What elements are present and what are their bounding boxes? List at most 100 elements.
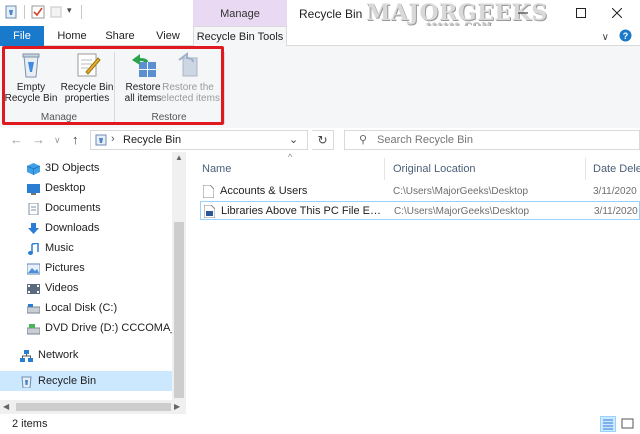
file-name: Accounts & Users <box>220 185 308 197</box>
dvd-drive-icon <box>26 322 41 335</box>
context-tab-group-header: Manage <box>193 0 287 26</box>
column-header-name[interactable]: Name <box>202 160 231 178</box>
scroll-left-arrow-icon[interactable]: ◀ <box>3 402 9 411</box>
nav-item-label: DVD Drive (D:) CCCOMA_X64 <box>45 322 172 334</box>
file-name: Libraries Above This PC File Explor... <box>221 205 385 217</box>
file-original-location: C:\Users\MajorGeeks\Desktop <box>394 206 530 217</box>
scroll-up-arrow-icon[interactable]: ▲ <box>175 153 183 162</box>
minimize-icon <box>518 12 528 14</box>
nav-item-label: Downloads <box>45 222 100 234</box>
window-title: Recycle Bin <box>299 7 363 21</box>
item-count: 2 items <box>12 418 48 430</box>
scrollbar-thumb[interactable] <box>16 403 171 411</box>
help-icon[interactable]: ? <box>619 29 632 45</box>
nav-item-dvd-drive[interactable]: DVD Drive (D:) CCCOMA_X64 <box>0 318 172 338</box>
file-date-deleted: 3/11/2020 <box>594 206 638 217</box>
customize-toolbar-chevron-icon[interactable]: ▾ <box>67 5 75 19</box>
nav-item-local-disk[interactable]: Local Disk (C:) <box>0 298 172 318</box>
tab-share[interactable]: Share <box>100 26 140 46</box>
recycle-bin-small-icon[interactable] <box>4 5 18 19</box>
up-arrow-icon[interactable]: ↑ <box>72 132 79 147</box>
column-divider[interactable] <box>384 158 385 180</box>
nav-item-3d-objects[interactable]: 3D Objects <box>0 158 172 178</box>
file-row[interactable]: Libraries Above This PC File Explor... C… <box>200 201 640 220</box>
column-header-label: Original Location <box>393 163 476 175</box>
breadcrumb-path[interactable]: Recycle Bin <box>123 134 181 146</box>
back-arrow-icon[interactable]: ← <box>10 132 23 147</box>
tab-file[interactable]: File <box>0 26 44 46</box>
forward-arrow-icon[interactable]: → <box>32 132 45 147</box>
address-dropdown-chevron-icon[interactable]: ⌄ <box>289 133 298 146</box>
file-list-pane: Name ^ Original Location Date Delet Acco… <box>196 152 640 414</box>
title-bar: ▾ Manage Recycle Bin MAJORGEEKS ******.C… <box>0 0 640 32</box>
nav-item-music[interactable]: Music <box>0 238 172 258</box>
properties-check-icon[interactable] <box>31 5 45 19</box>
details-view-button[interactable] <box>600 416 616 432</box>
scroll-right-arrow-icon[interactable]: ▶ <box>174 402 180 411</box>
column-header-original-location[interactable]: Original Location <box>393 160 476 178</box>
toolbar-divider <box>81 5 82 19</box>
close-button[interactable] <box>594 0 640 26</box>
documents-icon <box>27 202 40 216</box>
nav-item-label: Documents <box>45 202 101 214</box>
file-row[interactable]: Accounts & Users C:\Users\MajorGeeks\Des… <box>200 182 640 201</box>
nav-item-videos[interactable]: Videos <box>0 278 172 298</box>
minimize-button[interactable] <box>500 0 546 26</box>
nav-item-documents[interactable]: Documents <box>0 198 172 218</box>
nav-item-label: Network <box>38 349 79 361</box>
scrollbar-thumb[interactable] <box>174 222 184 398</box>
nav-item-label: Videos <box>45 282 79 294</box>
search-input[interactable] <box>377 132 627 148</box>
column-header-date-deleted[interactable]: Date Delet <box>593 160 640 178</box>
shortcut-file-icon <box>202 184 215 199</box>
videos-icon <box>27 282 40 294</box>
recent-locations-chevron-icon[interactable]: ∨ <box>54 135 61 146</box>
nav-item-label: Desktop <box>45 182 86 194</box>
desktop-icon <box>27 182 40 195</box>
large-icons-view-button[interactable] <box>620 416 636 432</box>
nav-item-label: 3D Objects <box>45 162 100 174</box>
new-folder-icon[interactable] <box>49 5 63 19</box>
column-divider[interactable] <box>585 158 586 180</box>
downloads-icon <box>27 222 40 234</box>
file-date-deleted: 3/11/2020 <box>593 186 637 197</box>
ribbon-group-divider <box>224 52 225 124</box>
nav-item-label: Pictures <box>45 262 85 274</box>
sort-ascending-icon: ^ <box>288 152 293 162</box>
refresh-button[interactable]: ↻ <box>312 130 334 150</box>
nav-item-network[interactable]: Network <box>0 345 172 365</box>
column-header-label: Date Delet <box>593 163 640 175</box>
nav-item-downloads[interactable]: Downloads <box>0 218 172 238</box>
recycle-bin-icon <box>20 375 33 389</box>
document-file-icon <box>203 204 216 219</box>
search-icon: ⚲ <box>359 134 368 146</box>
pictures-icon <box>26 262 41 275</box>
nav-horizontal-scrollbar[interactable]: ◀ ▶ <box>0 400 186 414</box>
svg-text:?: ? <box>623 31 629 41</box>
nav-item-recycle-bin[interactable]: Recycle Bin <box>0 371 172 391</box>
details-view-icon <box>603 419 613 430</box>
ribbon-help-area: ∨ ? <box>602 29 632 45</box>
network-icon <box>20 349 33 362</box>
context-tab-group-label: Manage <box>220 8 260 20</box>
nav-item-label: Local Disk (C:) <box>45 302 118 314</box>
address-row: ← → ∨ ↑ › Recycle Bin ⌄ ↻ ⚲ <box>0 128 640 152</box>
address-bar[interactable]: › Recycle Bin ⌄ <box>90 130 308 150</box>
local-disk-icon <box>26 302 41 314</box>
tab-view[interactable]: View <box>148 26 188 46</box>
collapse-ribbon-chevron-icon[interactable]: ∨ <box>602 32 609 43</box>
nav-item-label: Recycle Bin <box>38 375 97 387</box>
nav-item-desktop[interactable]: Desktop <box>0 178 172 198</box>
tab-recycle-bin-tools[interactable]: Recycle Bin Tools <box>193 26 287 47</box>
close-icon <box>612 8 622 18</box>
tab-home[interactable]: Home <box>52 26 92 46</box>
ribbon-tab-row: File Home Share View Recycle Bin Tools <box>0 26 640 47</box>
nav-vertical-scrollbar[interactable]: ▲ ▼ <box>172 152 186 416</box>
breadcrumb-chevron-icon[interactable]: › <box>111 133 115 145</box>
nav-item-pictures[interactable]: Pictures <box>0 258 172 278</box>
search-box[interactable]: ⚲ <box>344 130 640 150</box>
3d-objects-icon <box>26 162 41 175</box>
refresh-icon: ↻ <box>317 133 328 147</box>
file-original-location: C:\Users\MajorGeeks\Desktop <box>393 186 529 197</box>
navigation-pane: 3D Objects Desktop Documents Downloads M… <box>0 152 186 416</box>
